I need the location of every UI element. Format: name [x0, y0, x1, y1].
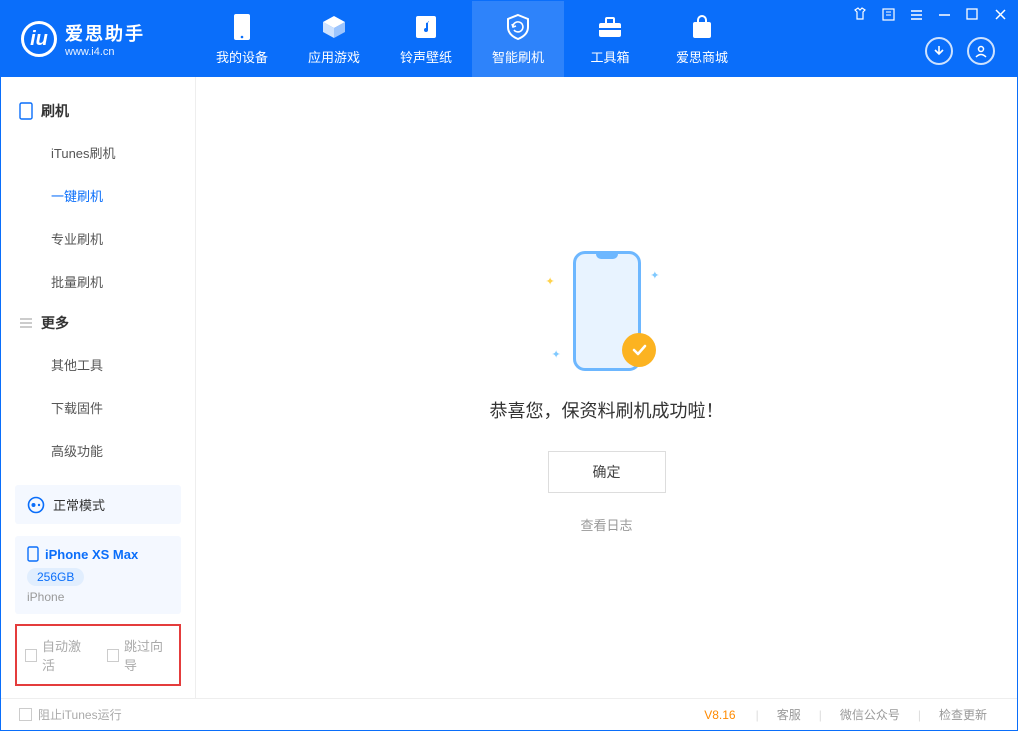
sparkle-icon: ✦ — [650, 269, 659, 282]
statusbar: 阻止iTunes运行 V8.16 | 客服 | 微信公众号 | 检查更新 — [1, 698, 1017, 730]
sidebar-item-itunes-flash[interactable]: iTunes刷机 — [1, 131, 195, 174]
sidebar-item-advanced[interactable]: 高级功能 — [1, 429, 195, 472]
sidebar-item-download-firmware[interactable]: 下载固件 — [1, 386, 195, 429]
sidebar-item-batch-flash[interactable]: 批量刷机 — [1, 260, 195, 303]
checkbox-label: 跳过向导 — [124, 636, 171, 674]
sidebar-section-more: 更多 其他工具 下载固件 高级功能 — [1, 303, 195, 472]
bag-icon — [688, 13, 716, 41]
tab-ringtones-wallpapers[interactable]: 铃声壁纸 — [380, 1, 472, 77]
note-icon[interactable] — [881, 7, 895, 21]
toolbox-icon — [596, 13, 624, 41]
tshirt-icon[interactable] — [853, 7, 867, 21]
app-title: 爱思助手 — [65, 20, 145, 46]
tab-label: 工具箱 — [590, 47, 629, 66]
main-content: ✦ ✦ ✦ 恭喜您，保资料刷机成功啦！ 确定 查看日志 — [196, 77, 1017, 698]
tab-toolbox[interactable]: 工具箱 — [564, 1, 656, 77]
music-note-icon — [412, 13, 440, 41]
app-subtitle: www.i4.cn — [65, 46, 145, 58]
body-area: 刷机 iTunes刷机 一键刷机 专业刷机 批量刷机 更多 其他工具 下载固件 … — [1, 77, 1017, 698]
download-icon[interactable] — [925, 37, 953, 65]
logo-text: 爱思助手 www.i4.cn — [65, 20, 145, 58]
version-label: V8.16 — [704, 708, 735, 722]
checkbox-icon — [19, 708, 32, 721]
tab-apps-games[interactable]: 应用游戏 — [288, 1, 380, 77]
device-name-row: iPhone XS Max — [27, 546, 169, 562]
sparkle-icon: ✦ — [552, 348, 561, 361]
tab-store[interactable]: 爱思商城 — [656, 1, 748, 77]
device-icon — [19, 102, 33, 120]
tab-label: 爱思商城 — [676, 47, 728, 66]
shield-refresh-icon — [504, 13, 532, 41]
mode-label: 正常模式 — [53, 495, 105, 514]
mode-icon — [27, 496, 45, 514]
app-logo-icon: iu — [21, 21, 57, 57]
checkbox-skip-guide[interactable]: 跳过向导 — [107, 636, 171, 674]
device-box[interactable]: iPhone XS Max 256GB iPhone — [15, 536, 181, 614]
success-illustration: ✦ ✦ ✦ — [532, 241, 682, 381]
user-icon[interactable] — [967, 37, 995, 65]
sidebar-section-flash: 刷机 iTunes刷机 一键刷机 专业刷机 批量刷机 — [1, 91, 195, 303]
checkbox-icon — [25, 649, 37, 662]
statusbar-link-update[interactable]: 检查更新 — [927, 706, 999, 723]
sidebar-section-title: 刷机 — [1, 91, 195, 131]
titlebar: iu 爱思助手 www.i4.cn 我的设备 应用游戏 — [1, 1, 1017, 77]
checkbox-block-itunes[interactable]: 阻止iTunes运行 — [19, 706, 122, 723]
sidebar-item-pro-flash[interactable]: 专业刷机 — [1, 217, 195, 260]
checkbox-auto-activate[interactable]: 自动激活 — [25, 636, 89, 674]
tab-my-device[interactable]: 我的设备 — [196, 1, 288, 77]
checkbox-label: 自动激活 — [42, 636, 89, 674]
cube-icon — [320, 13, 348, 41]
device-name: iPhone XS Max — [45, 547, 138, 562]
section-title-label: 刷机 — [41, 101, 69, 121]
menu-icon[interactable] — [909, 7, 923, 21]
statusbar-link-support[interactable]: 客服 — [765, 706, 813, 723]
mode-box[interactable]: 正常模式 — [15, 485, 181, 524]
minimize-icon[interactable] — [937, 7, 951, 21]
device-type: iPhone — [27, 590, 169, 604]
sidebar-section-title: 更多 — [1, 303, 195, 343]
maximize-icon[interactable] — [965, 7, 979, 21]
header-right-icons — [925, 37, 995, 65]
device-capacity-badge: 256GB — [27, 568, 84, 586]
list-icon — [19, 316, 33, 330]
phone-small-icon — [27, 546, 39, 562]
view-log-link[interactable]: 查看日志 — [580, 515, 632, 534]
tab-label: 铃声壁纸 — [400, 47, 452, 66]
confirm-button[interactable]: 确定 — [548, 451, 666, 493]
close-icon[interactable] — [993, 7, 1007, 21]
tab-label: 应用游戏 — [308, 47, 360, 66]
bottom-checks-highlighted: 自动激活 跳过向导 — [15, 624, 181, 686]
tab-smart-flash[interactable]: 智能刷机 — [472, 1, 564, 77]
app-window: iu 爱思助手 www.i4.cn 我的设备 应用游戏 — [0, 0, 1018, 731]
window-controls — [853, 7, 1007, 21]
sidebar: 刷机 iTunes刷机 一键刷机 专业刷机 批量刷机 更多 其他工具 下载固件 … — [1, 77, 196, 698]
tab-label: 智能刷机 — [492, 47, 544, 66]
checkmark-badge-icon — [622, 333, 656, 367]
statusbar-link-wechat[interactable]: 微信公众号 — [828, 706, 912, 723]
tab-label: 我的设备 — [216, 47, 268, 66]
success-message: 恭喜您，保资料刷机成功啦！ — [490, 397, 724, 423]
sparkle-icon: ✦ — [546, 275, 555, 288]
checkbox-icon — [107, 649, 119, 662]
logo-area: iu 爱思助手 www.i4.cn — [1, 1, 196, 77]
sidebar-item-other-tools[interactable]: 其他工具 — [1, 343, 195, 386]
checkbox-label: 阻止iTunes运行 — [38, 706, 122, 723]
sidebar-item-oneclick-flash[interactable]: 一键刷机 — [1, 174, 195, 217]
section-title-label: 更多 — [41, 313, 69, 333]
phone-icon — [228, 13, 256, 41]
